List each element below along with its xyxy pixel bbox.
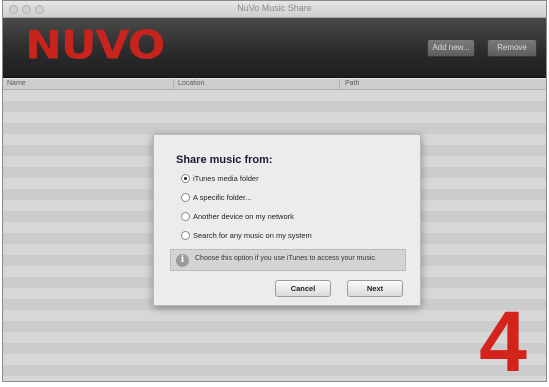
dialog-title: Share music from: [176,154,273,166]
cancel-button[interactable]: Cancel [275,280,331,297]
step-number: 4 [479,294,527,387]
title-bar: NuVo Music Share [3,1,546,18]
window-title: NuVo Music Share [237,3,312,13]
app-header: NUVO ® Add new... Remove [3,18,546,78]
radio-button[interactable] [181,212,190,221]
radio-button-selected[interactable] [181,174,190,183]
info-box: i Choose this option if you use iTunes t… [170,249,406,271]
registered-mark: ® [148,31,154,38]
option-label: iTunes media folder [193,174,259,183]
info-text: Choose this option if you use iTunes to … [195,255,377,262]
option-label: A specific folder... [193,193,252,202]
option-label: Search for any music on my system [193,231,312,240]
info-icon: i [176,254,189,267]
nuvo-logo: NUVO [25,22,165,69]
radio-button[interactable] [181,231,190,240]
option-label: Another device on my network [193,212,294,221]
remove-button[interactable]: Remove [487,39,537,57]
app-window: NuVo Music Share NUVO ® Add new... Remov… [2,0,547,382]
add-new-button[interactable]: Add new... [427,39,475,57]
next-button[interactable]: Next [347,280,403,297]
radio-button[interactable] [181,193,190,202]
share-music-dialog: Share music from: iTunes media folder A … [153,134,421,306]
